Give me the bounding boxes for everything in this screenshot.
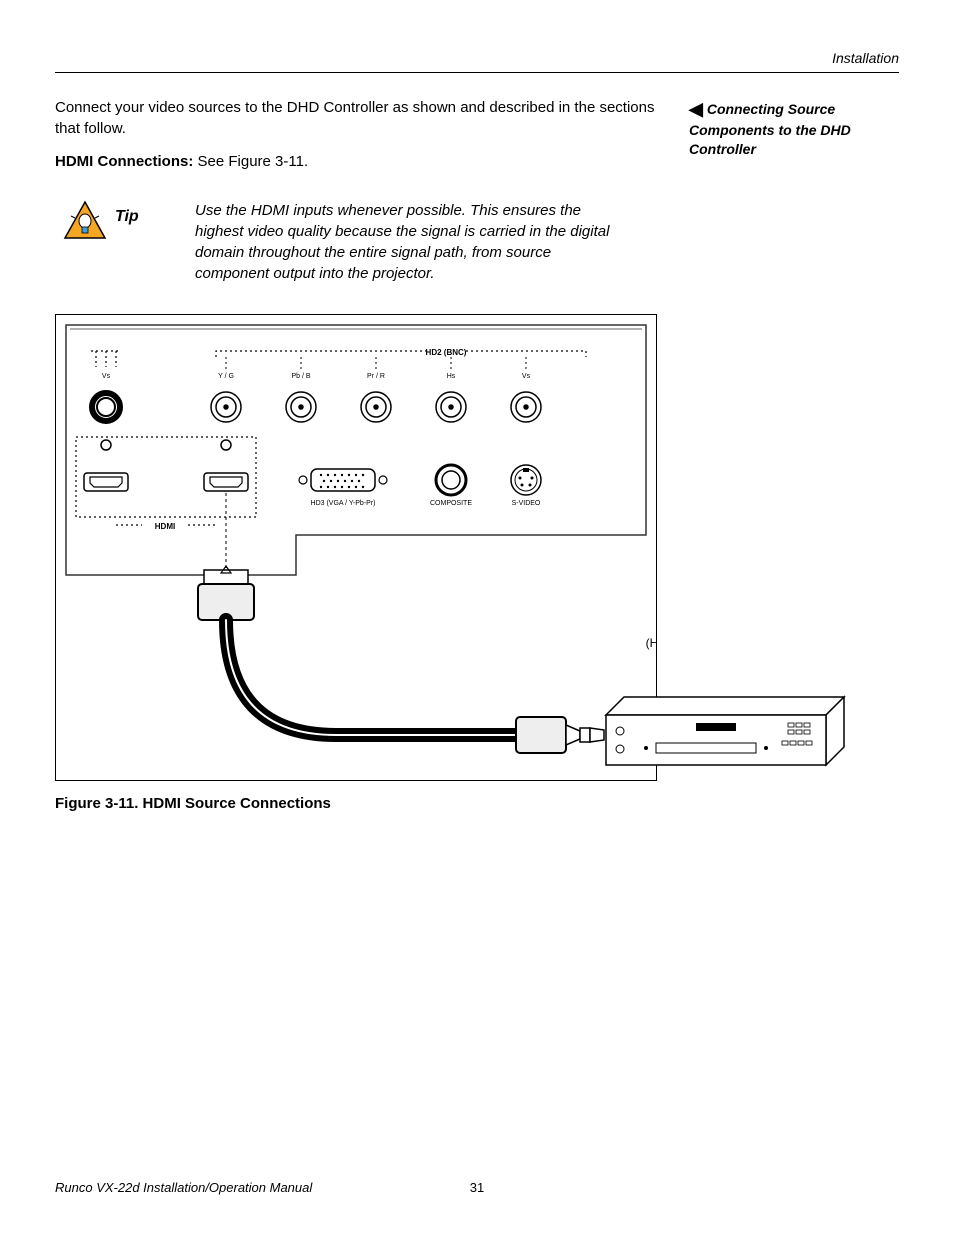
intro-text: Connect your video sources to the DHD Co… bbox=[55, 97, 659, 139]
figure-caption: Figure 3-11. HDMI Source Connections bbox=[55, 795, 659, 812]
arrow-left-icon: ◀ bbox=[689, 99, 703, 119]
hdmi-port-2 bbox=[204, 473, 248, 491]
bnc-label-4: Hs bbox=[447, 373, 456, 380]
connection-diagram: HD2 (BNC) bbox=[55, 314, 657, 781]
row2-label-2: S-VIDEO bbox=[512, 500, 541, 507]
subhead-rest: See Figure 3-11. bbox=[198, 153, 309, 170]
tip-block: Tip Use the HDMI inputs whenever possibl… bbox=[55, 200, 659, 284]
source-sub1: (HD-DVD/BD/DVD Player or bbox=[646, 636, 656, 650]
subhead: HDMI Connections: See Figure 3-11. bbox=[55, 153, 659, 170]
hdmi-box-label: HDMI bbox=[155, 522, 175, 531]
hdmi-port-1 bbox=[84, 473, 128, 491]
bnc-label-1: Y / G bbox=[218, 373, 234, 380]
hdmi-source-device bbox=[596, 685, 846, 805]
footer-page: 31 bbox=[55, 1180, 899, 1195]
margin-heading-text: Connecting Source Components to the DHD … bbox=[689, 101, 851, 157]
tip-icon bbox=[55, 200, 115, 245]
tip-label: Tip bbox=[115, 200, 175, 226]
subhead-bold: HDMI Connections: bbox=[55, 153, 198, 170]
section-header: Installation bbox=[55, 50, 899, 66]
hd2-label: HD2 (BNC) bbox=[426, 348, 467, 357]
margin-heading: ◀Connecting Source Components to the DHD… bbox=[689, 97, 899, 159]
rule bbox=[55, 72, 899, 73]
bnc-label-3: Pr / R bbox=[367, 373, 385, 380]
row2-label-0: HD3 (VGA / Y-Pb-Pr) bbox=[311, 500, 376, 507]
row2-label-1: COMPOSITE bbox=[430, 500, 472, 507]
tip-text: Use the HDMI inputs whenever possible. T… bbox=[175, 200, 659, 284]
bnc-label-5: Vs bbox=[522, 373, 531, 380]
bnc-label-2: Pb / B bbox=[291, 373, 310, 380]
bnc-label-0: Vs bbox=[102, 373, 111, 380]
